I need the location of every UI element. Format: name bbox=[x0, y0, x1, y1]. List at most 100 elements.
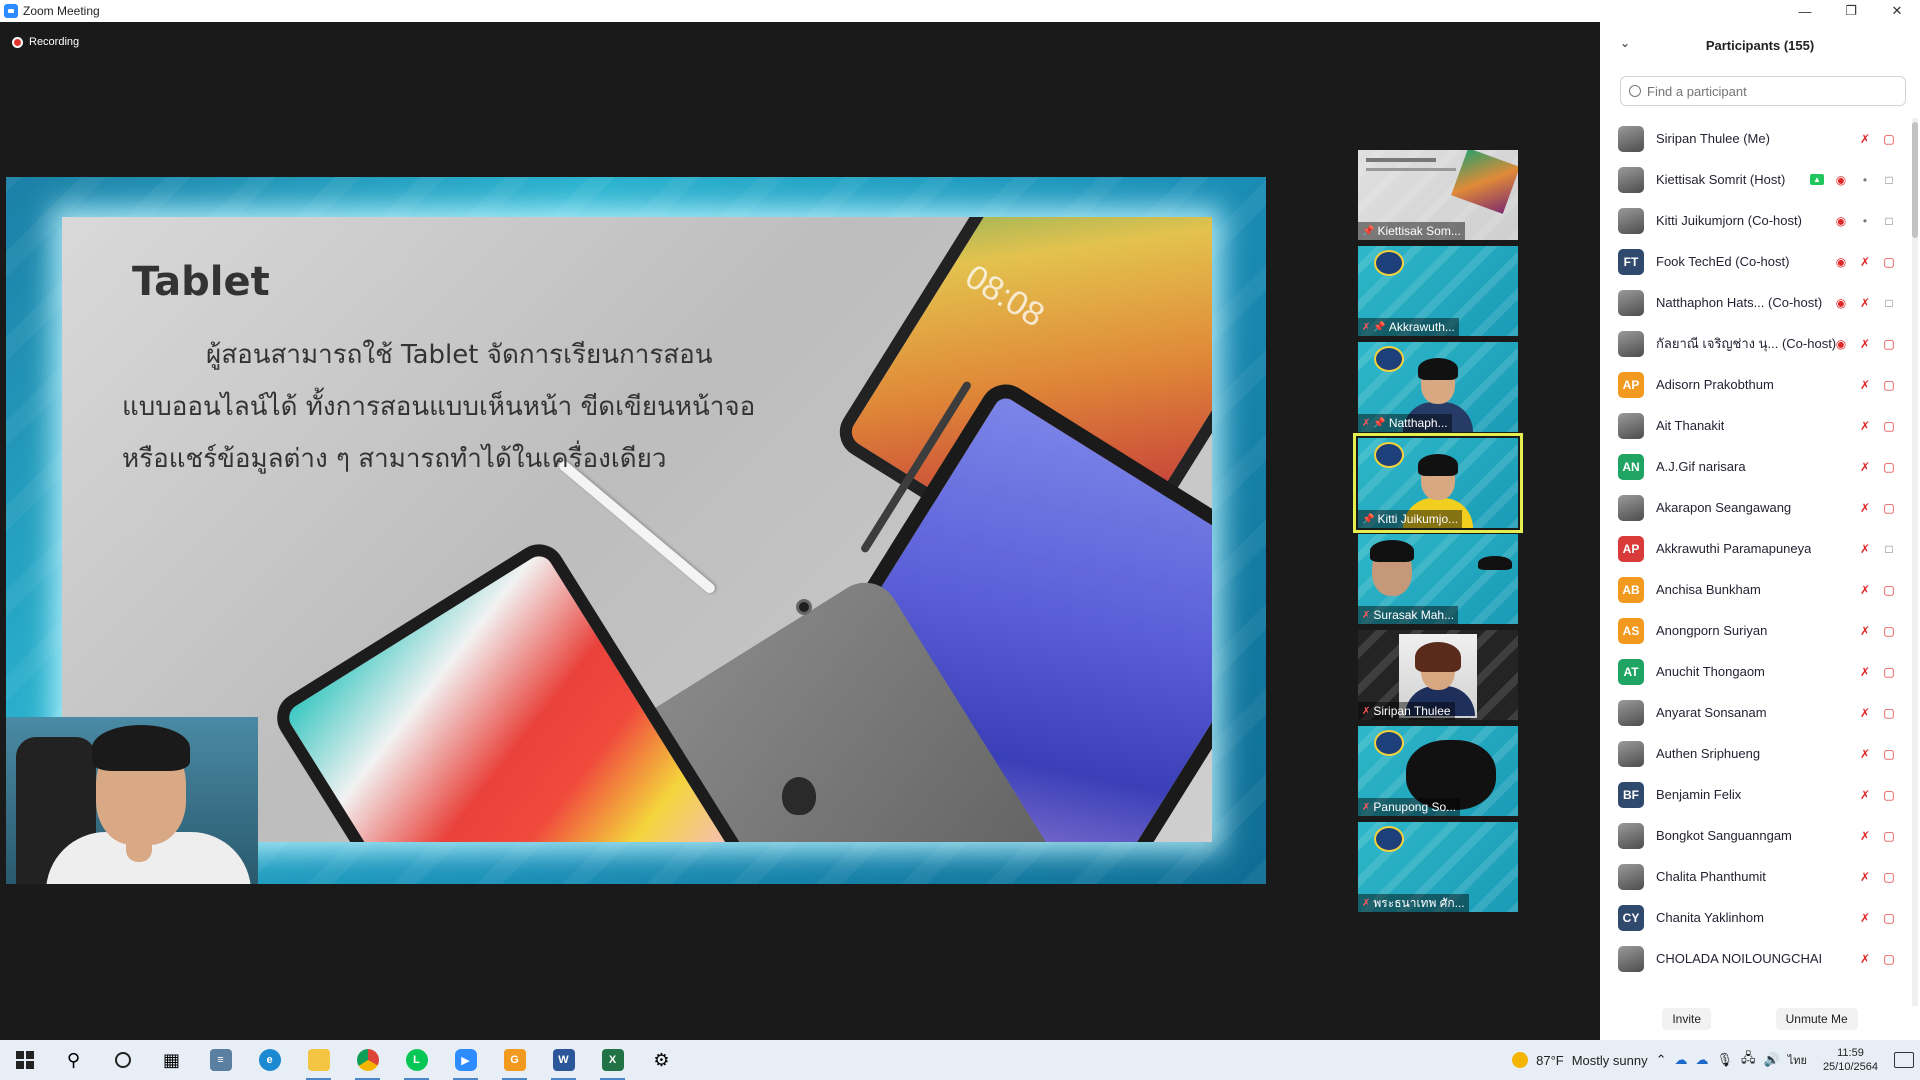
participant-row[interactable]: FT Fook TechEd (Co-host) ◉ ✗ ▢ bbox=[1600, 241, 1908, 282]
participant-row[interactable]: AP Akkrawuthi Paramapuneya ✗ □ bbox=[1600, 528, 1908, 569]
slides-app[interactable]: G bbox=[490, 1040, 539, 1080]
cloud-recording-icon: ◉ bbox=[1835, 213, 1847, 228]
gear-icon: ⚙ bbox=[653, 1049, 670, 1070]
mic-muted-icon: ✗ bbox=[1859, 910, 1871, 925]
onedrive-cloud-icon[interactable]: ☁ bbox=[1675, 1052, 1688, 1068]
file-explorer-app[interactable] bbox=[294, 1040, 343, 1080]
participant-row[interactable]: กัลยาณี เจริญช่าง นุ... (Co-host) ◉ ✗ ▢ bbox=[1600, 323, 1908, 364]
word-app[interactable]: W bbox=[539, 1040, 588, 1080]
chevron-down-icon[interactable]: ⌄ bbox=[1620, 36, 1630, 50]
participant-row[interactable]: Ait Thanakit ✗ ▢ bbox=[1600, 405, 1908, 446]
avatar bbox=[1618, 494, 1644, 521]
network-icon[interactable]: 🖧 bbox=[1741, 1049, 1756, 1071]
participant-row[interactable]: Kiettisak Somrit (Host) ▲ ◉ • □ bbox=[1600, 159, 1908, 200]
weather-sun-icon[interactable] bbox=[1512, 1052, 1529, 1068]
weather-condition[interactable]: Mostly sunny bbox=[1572, 1053, 1648, 1068]
participant-row[interactable]: AT Anuchit Thongaom ✗ ▢ bbox=[1600, 651, 1908, 692]
participant-row[interactable]: CHOLADA NOILOUNGCHAI ✗ ▢ bbox=[1600, 938, 1908, 979]
participant-row[interactable]: Chalita Phanthumit ✗ ▢ bbox=[1600, 856, 1908, 897]
participant-row[interactable]: Kitti Juikumjorn (Co-host) ◉ • □ bbox=[1600, 200, 1908, 241]
task-view-icon: ▦ bbox=[162, 1049, 180, 1070]
video-tile[interactable]: ✗ พระธนาเทพ ศัก... bbox=[1358, 822, 1518, 912]
zoom-app[interactable]: ▶ bbox=[441, 1040, 490, 1080]
word-icon: W bbox=[552, 1049, 575, 1071]
tile-name-bar: ✗ พระธนาเทพ ศัก... bbox=[1358, 894, 1469, 912]
participant-row[interactable]: AP Adisorn Prakobthum ✗ ▢ bbox=[1600, 364, 1908, 405]
video-tile[interactable]: ✗ 📌 Natthaph... bbox=[1358, 342, 1518, 432]
start-button[interactable] bbox=[0, 1040, 49, 1080]
participant-row[interactable]: Authen Sriphueng ✗ ▢ bbox=[1600, 733, 1908, 774]
excel-app[interactable]: X bbox=[588, 1040, 637, 1080]
chrome-app[interactable] bbox=[343, 1040, 392, 1080]
video-tile[interactable]: 📌 Kiettisak Som... bbox=[1358, 150, 1518, 240]
participant-search[interactable] bbox=[1620, 76, 1906, 106]
participant-name: Fook TechEd (Co-host) bbox=[1656, 254, 1790, 269]
event-badge-icon bbox=[1374, 346, 1404, 372]
participant-row[interactable]: Anyarat Sonsanam ✗ ▢ bbox=[1600, 692, 1908, 733]
participant-status-icons: ✗ ▢ bbox=[1858, 788, 1896, 802]
cortana-button[interactable] bbox=[98, 1040, 147, 1080]
minimize-button[interactable]: — bbox=[1782, 0, 1828, 22]
taskbar-clock[interactable]: 11:59 25/10/2564 bbox=[1823, 1046, 1878, 1074]
participant-name: Anchisa Bunkham bbox=[1656, 582, 1761, 597]
participant-row[interactable]: Akarapon Seangawang ✗ ▢ bbox=[1600, 487, 1908, 528]
participant-status-icons: ◉ ✗ ▢ bbox=[1834, 255, 1896, 269]
video-tile[interactable]: ✗ Panupong So... bbox=[1358, 726, 1518, 816]
participant-row[interactable]: Bongkot Sanguanngam ✗ ▢ bbox=[1600, 815, 1908, 856]
tile-name-bar: ✗ 📌 Natthaph... bbox=[1358, 414, 1452, 432]
participant-row[interactable]: AN A.J.Gif narisara ✗ ▢ bbox=[1600, 446, 1908, 487]
participant-name: Akarapon Seangawang bbox=[1656, 500, 1792, 515]
task-view-button[interactable]: ▦ bbox=[147, 1040, 196, 1080]
calculator-app[interactable]: ≡ bbox=[196, 1040, 245, 1080]
notification-center-icon[interactable] bbox=[1894, 1052, 1914, 1068]
recording-dot-icon bbox=[12, 36, 23, 48]
mic-muted-icon: ✗ bbox=[1859, 705, 1871, 720]
close-button[interactable]: ✕ bbox=[1874, 0, 1920, 22]
participant-search-input[interactable] bbox=[1647, 83, 1887, 99]
scrollbar-thumb[interactable] bbox=[1912, 122, 1918, 238]
avatar: AP bbox=[1618, 371, 1644, 398]
participant-list[interactable]: Siripan Thulee (Me) ✗ ▢ Kiettisak Somrit (H… bbox=[1600, 118, 1908, 1006]
video-tile[interactable]: ✗ Surasak Mah... bbox=[1358, 534, 1518, 624]
edge-app[interactable]: e bbox=[245, 1040, 294, 1080]
window-controls: — ❐ ✕ bbox=[1782, 0, 1920, 22]
video-tile-active-speaker[interactable]: 📌 Kitti Juikumjo... bbox=[1353, 433, 1523, 533]
avatar: BF bbox=[1618, 781, 1644, 808]
cortana-circle-icon bbox=[114, 1052, 131, 1068]
participant-row[interactable]: AS Anongporn Suriyan ✗ ▢ bbox=[1600, 610, 1908, 651]
video-tile[interactable]: ✗ Siripan Thulee bbox=[1358, 630, 1518, 720]
search-button[interactable]: ⚲ bbox=[49, 1040, 98, 1080]
participant-row[interactable]: Natthaphon Hats... (Co-host) ◉ ✗ □ bbox=[1600, 282, 1908, 323]
participant-row[interactable]: Siripan Thulee (Me) ✗ ▢ bbox=[1600, 118, 1908, 159]
recording-indicator[interactable]: Recording bbox=[12, 36, 79, 48]
line-app[interactable]: L bbox=[392, 1040, 441, 1080]
event-badge-icon bbox=[1374, 730, 1404, 756]
onedrive-personal-cloud-icon[interactable]: ☁ bbox=[1696, 1052, 1709, 1068]
presenter-video[interactable] bbox=[6, 717, 258, 884]
participant-row[interactable]: CY Chanita Yaklinhom ✗ ▢ bbox=[1600, 897, 1908, 938]
participant-list-scrollbar[interactable] bbox=[1912, 118, 1918, 1006]
unmute-me-button[interactable]: Unmute Me bbox=[1775, 1008, 1858, 1030]
participant-row[interactable]: BF Benjamin Felix ✗ ▢ bbox=[1600, 774, 1908, 815]
tile-name-bar: ✗ Panupong So... bbox=[1358, 798, 1461, 816]
avatar bbox=[1618, 330, 1644, 357]
video-tile[interactable]: ✗ 📌 Akkrawuth... bbox=[1358, 246, 1518, 336]
participant-name: Bongkot Sanguanngam bbox=[1656, 828, 1792, 843]
input-language[interactable]: ไทย bbox=[1788, 1051, 1807, 1069]
participant-row[interactable]: AB Anchisa Bunkham ✗ ▢ bbox=[1600, 569, 1908, 610]
cloud-recording-icon: ◉ bbox=[1835, 336, 1847, 351]
settings-app[interactable]: ⚙ bbox=[637, 1040, 686, 1080]
mic-muted-icon: ✗ bbox=[1859, 377, 1871, 392]
tablet-camera-image bbox=[796, 599, 812, 615]
volume-icon[interactable]: 🔊 bbox=[1764, 1052, 1780, 1068]
weather-temp[interactable]: 87°F bbox=[1536, 1053, 1564, 1068]
participant-hair-image bbox=[1415, 642, 1461, 672]
event-badge-icon bbox=[1374, 826, 1404, 852]
video-off-icon: ▢ bbox=[1883, 131, 1895, 146]
microphone-icon[interactable]: 🎙 bbox=[1717, 1052, 1734, 1068]
invite-button[interactable]: Invite bbox=[1662, 1008, 1711, 1030]
participant-status-icons: ✗ ▢ bbox=[1858, 952, 1896, 966]
restore-button[interactable]: ❐ bbox=[1828, 0, 1874, 22]
show-hidden-icons-chevron-icon[interactable]: ⌃ bbox=[1656, 1052, 1667, 1068]
video-icon: □ bbox=[1885, 213, 1893, 228]
